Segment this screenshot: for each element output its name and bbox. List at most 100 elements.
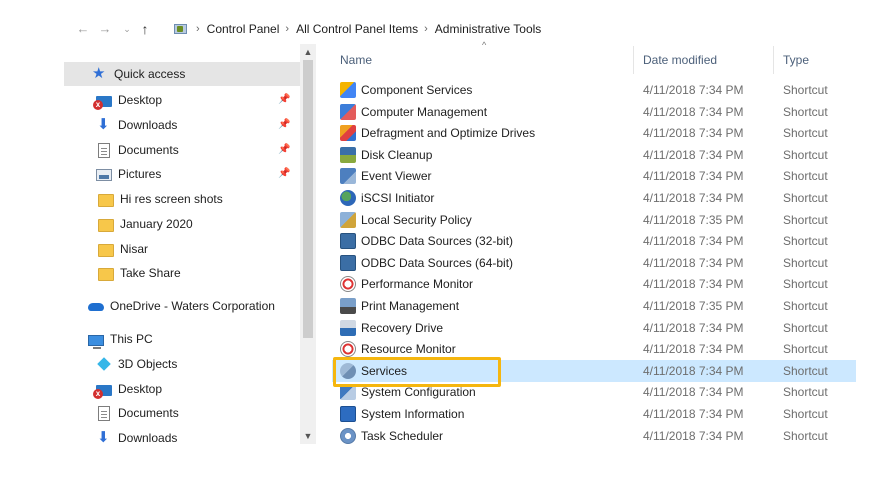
nav-label: January 2020: [120, 217, 193, 231]
navigation-scrollbar[interactable]: ▲ ▼: [300, 44, 316, 444]
file-row[interactable]: System Information 4/11/2018 7:34 PM Short…: [332, 403, 856, 425]
event-viewer-icon: [340, 168, 356, 185]
arrow-up-icon[interactable]: ↑: [138, 21, 152, 37]
file-row[interactable]: ODBC Data Sources (64-bit) 4/11/2018 7:34…: [332, 252, 856, 274]
chevron-down-icon[interactable]: ⌄: [120, 21, 134, 37]
file-row[interactable]: Defragment and Optimize Drives 4/11/2018 …: [332, 122, 856, 144]
file-row[interactable]: Task Scheduler 4/11/2018 7:34 PM Shortcut: [332, 425, 856, 447]
file-row[interactable]: ODBC Data Sources (32-bit) 4/11/2018 7:34…: [332, 230, 856, 252]
column-header-type[interactable]: Type: [783, 53, 809, 67]
scroll-up-arrow-icon[interactable]: ▲: [300, 44, 316, 60]
folder-icon: [98, 193, 114, 207]
file-date-modified: 4/11/2018 7:34 PM: [643, 342, 744, 357]
breadcrumb-all-items[interactable]: All Control Panel Items: [296, 22, 418, 36]
file-date-modified: 4/11/2018 7:34 PM: [643, 363, 744, 378]
nav-item-pc-documents[interactable]: Documents: [64, 401, 300, 425]
folder-icon: [98, 243, 114, 257]
breadcrumb-control-panel[interactable]: Control Panel: [207, 22, 280, 36]
quick-access-icon: [92, 64, 108, 82]
computer-icon: [88, 334, 104, 349]
column-divider[interactable]: [633, 46, 634, 74]
file-name: System Configuration: [361, 385, 476, 400]
system-configuration-icon: [340, 384, 356, 401]
file-row[interactable]: System Configuration 4/11/2018 7:34 PM Sho…: [332, 381, 856, 403]
file-name: ODBC Data Sources (64-bit): [361, 255, 514, 270]
file-row[interactable]: Services 4/11/2018 7:34 PM Shortcut: [332, 359, 856, 382]
file-type: Shortcut: [783, 407, 828, 421]
file-type: Shortcut: [783, 342, 828, 357]
system-information-icon: [340, 406, 356, 422]
file-type: Shortcut: [783, 385, 828, 400]
pin-icon: 📌: [278, 144, 291, 155]
nav-label: OneDrive - Waters Corporation: [110, 299, 275, 313]
file-date-modified: 4/11/2018 7:34 PM: [643, 126, 744, 141]
file-name: Component Services: [361, 83, 473, 97]
scrollbar-thumb[interactable]: [303, 60, 313, 338]
file-date-modified: 4/11/2018 7:34 PM: [643, 191, 744, 205]
file-row[interactable]: iSCSI Initiator 4/11/2018 7:34 PM Shortcut: [332, 187, 856, 209]
nav-item-pc-downloads[interactable]: Downloads: [64, 426, 300, 450]
nav-label: Documents: [118, 406, 179, 420]
nav-folder-take-share[interactable]: Take Share: [64, 261, 300, 285]
desktop-icon: x: [93, 385, 112, 399]
arrow-left-icon[interactable]: ←: [76, 21, 90, 37]
column-header-name[interactable]: Name: [340, 53, 372, 67]
nav-item-documents[interactable]: Documents 📌: [64, 138, 300, 162]
file-name: Resource Monitor: [361, 342, 456, 357]
arrow-right-icon[interactable]: →: [98, 21, 112, 37]
file-name: ODBC Data Sources (32-bit): [361, 234, 514, 249]
file-name: iSCSI Initiator: [361, 191, 435, 205]
nav-label: This PC: [110, 332, 153, 346]
nav-label: Downloads: [118, 431, 178, 445]
onedrive-cloud-icon: [88, 298, 104, 314]
nav-label: Take Share: [120, 266, 181, 280]
breadcrumb-administrative-tools[interactable]: Administrative Tools: [435, 22, 542, 36]
file-name: Services: [361, 363, 408, 378]
file-row[interactable]: Performance Monitor 4/11/2018 7:34 PM Shor…: [332, 273, 856, 295]
file-type: Shortcut: [783, 320, 828, 335]
file-row[interactable]: Disk Cleanup 4/11/2018 7:34 PM Shortcut: [332, 144, 856, 166]
file-type: Shortcut: [783, 255, 828, 270]
nav-quick-access[interactable]: Quick access: [64, 62, 300, 86]
file-date-modified: 4/11/2018 7:34 PM: [643, 428, 744, 443]
navigation-pane: Quick access x Desktop 📌 Downloads 📌 Doc…: [64, 62, 316, 454]
file-row[interactable]: Component Services 4/11/2018 7:34 PM Short…: [332, 79, 856, 101]
download-icon: [96, 115, 112, 133]
file-date-modified: 4/11/2018 7:34 PM: [643, 385, 744, 400]
nav-folder-january-2020[interactable]: January 2020: [64, 212, 300, 236]
nav-folder-hi-res[interactable]: Hi res screen shots: [64, 187, 300, 211]
file-row[interactable]: Event Viewer 4/11/2018 7:34 PM Shortcut: [332, 165, 856, 187]
nav-item-3d-objects[interactable]: 3D Objects: [64, 352, 300, 376]
nav-item-pc-desktop[interactable]: x Desktop: [64, 377, 300, 401]
file-name: Recovery Drive: [361, 320, 444, 335]
file-date-modified: 4/11/2018 7:35 PM: [643, 299, 744, 313]
breadcrumb[interactable]: › Control Panel › All Control Panel Item…: [170, 19, 856, 39]
documents-icon: [98, 405, 110, 421]
file-row[interactable]: Print Management 4/11/2018 7:35 PM Shortcu…: [332, 295, 856, 317]
breadcrumb-separator: ›: [424, 23, 428, 35]
file-row[interactable]: Resource Monitor 4/11/2018 7:34 PM Shortcu…: [332, 338, 856, 360]
file-type: Shortcut: [783, 83, 828, 97]
file-name: Local Security Policy: [361, 212, 472, 227]
nav-onedrive[interactable]: OneDrive - Waters Corporation: [64, 294, 300, 318]
nav-item-downloads[interactable]: Downloads 📌: [64, 113, 300, 137]
column-divider[interactable]: [773, 46, 774, 74]
nav-this-pc[interactable]: This PC: [64, 327, 300, 351]
file-row[interactable]: Local Security Policy 4/11/2018 7:35 PM Sh…: [332, 209, 856, 231]
column-header-date-modified[interactable]: Date modified: [643, 53, 717, 67]
nav-folder-nisar[interactable]: Nisar: [64, 237, 300, 261]
services-icon: [340, 362, 356, 379]
file-row[interactable]: Recovery Drive 4/11/2018 7:34 PM Shortcut: [332, 317, 856, 339]
nav-label: Hi res screen shots: [120, 192, 223, 206]
nav-item-desktop[interactable]: x Desktop 📌: [64, 88, 300, 112]
file-type: Shortcut: [783, 212, 828, 227]
file-row[interactable]: Computer Management 4/11/2018 7:34 PM Shor…: [332, 101, 856, 123]
pin-icon: 📌: [278, 119, 291, 130]
file-type: Shortcut: [783, 277, 828, 292]
nav-item-pictures[interactable]: Pictures 📌: [64, 162, 300, 186]
nav-label: Nisar: [120, 242, 149, 256]
file-type: Shortcut: [783, 126, 828, 141]
scroll-down-arrow-icon[interactable]: ▼: [300, 428, 316, 444]
file-type: Shortcut: [783, 147, 828, 162]
control-panel-icon: [172, 21, 190, 37]
